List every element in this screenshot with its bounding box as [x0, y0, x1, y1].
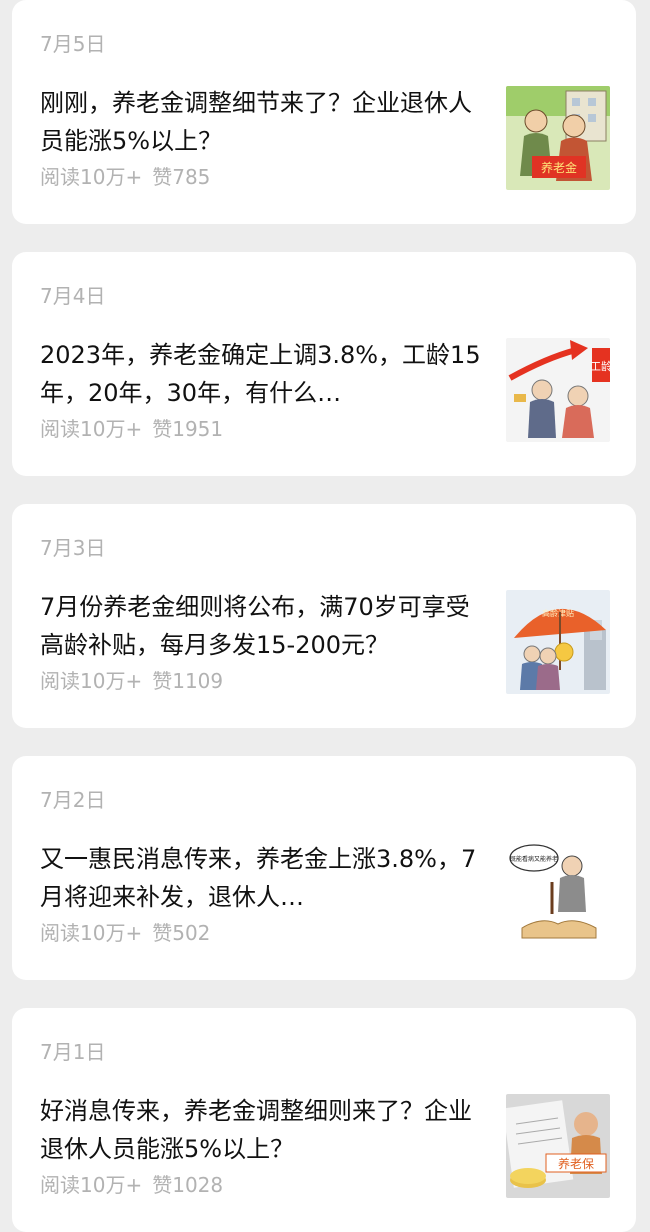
article-date: 7月4日: [40, 284, 106, 308]
pension-document-image[interactable]: 养老保: [506, 1094, 610, 1198]
article-meta: 阅读10万+ 赞1028: [40, 1171, 223, 1199]
pension-couple-banner-image[interactable]: 养老金: [506, 86, 610, 190]
rising-arrow-elderly-image[interactable]: 工龄: [506, 338, 610, 442]
read-count: 阅读10万+: [40, 1173, 143, 1197]
article-card[interactable]: 7月4日 2023年，养老金确定上调3.8%，工龄15年，20年，30年，有什么…: [12, 252, 636, 476]
article-date: 7月1日: [40, 1040, 106, 1064]
read-count: 阅读10万+: [40, 417, 143, 441]
thumb-text: 养老保: [558, 1156, 594, 1171]
article-card[interactable]: 7月5日 刚刚，养老金调整细节来了？企业退休人员能涨5%以上？ 阅读10万+ 赞7…: [12, 0, 636, 224]
article-date: 7月2日: [40, 788, 106, 812]
like-count: 赞502: [152, 921, 211, 945]
article-meta: 阅读10万+ 赞502: [40, 919, 210, 947]
read-count: 阅读10万+: [40, 669, 143, 693]
article-card[interactable]: 7月2日 又一惠民消息传来，养老金上涨3.8%，7月将迎来补发，退休人… 阅读1…: [12, 756, 636, 980]
article-title[interactable]: 好消息传来，养老金调整细则来了？企业退休人员能涨5%以上？: [40, 1092, 490, 1168]
thumb-text: 高龄津贴: [542, 608, 574, 618]
article-card[interactable]: 7月1日 好消息传来，养老金调整细则来了？企业退休人员能涨5%以上？ 阅读10万…: [12, 1008, 636, 1232]
read-count: 阅读10万+: [40, 165, 143, 189]
thumb-text: 工龄: [590, 359, 610, 373]
article-date: 7月3日: [40, 536, 106, 560]
thumb-text: 养老金: [541, 160, 577, 175]
article-title[interactable]: 刚刚，养老金调整细节来了？企业退休人员能涨5%以上？: [40, 84, 490, 160]
article-title[interactable]: 2023年，养老金确定上调3.8%，工龄15年，20年，30年，有什么…: [40, 336, 490, 412]
article-title[interactable]: 7月份养老金细则将公布，满70岁可享受高龄补贴，每月多发15-200元？: [40, 588, 490, 664]
like-count: 赞1951: [152, 417, 224, 441]
article-title[interactable]: 又一惠民消息传来，养老金上涨3.8%，7月将迎来补发，退休人…: [40, 840, 490, 916]
article-date: 7月5日: [40, 32, 106, 56]
like-count: 赞1109: [152, 669, 224, 693]
like-count: 赞785: [152, 165, 211, 189]
thumb-text: 既能看病又能养老: [510, 855, 558, 863]
umbrella-elderly-image[interactable]: 高龄津贴: [506, 590, 610, 694]
handshake-elderly-image[interactable]: 既能看病又能养老: [506, 842, 610, 946]
article-meta: 阅读10万+ 赞1951: [40, 415, 223, 443]
article-card[interactable]: 7月3日 7月份养老金细则将公布，满70岁可享受高龄补贴，每月多发15-200元…: [12, 504, 636, 728]
like-count: 赞1028: [152, 1173, 224, 1197]
read-count: 阅读10万+: [40, 921, 143, 945]
article-feed: 7月5日 刚刚，养老金调整细节来了？企业退休人员能涨5%以上？ 阅读10万+ 赞7…: [0, 0, 650, 1232]
article-meta: 阅读10万+ 赞1109: [40, 667, 223, 695]
article-meta: 阅读10万+ 赞785: [40, 163, 210, 191]
